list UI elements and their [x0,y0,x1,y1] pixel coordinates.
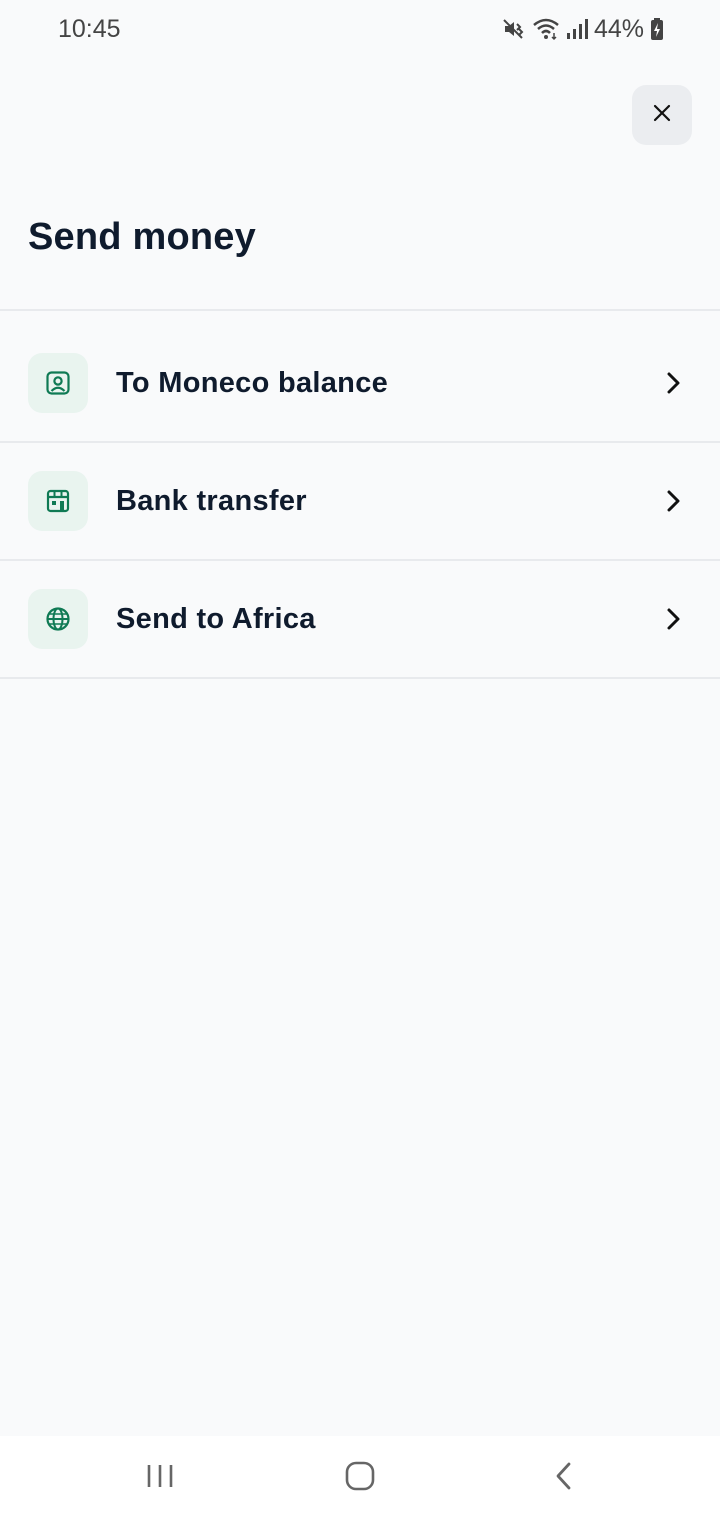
option-label: Send to Africa [116,602,316,635]
divider [0,309,720,311]
status-bar: 10:45 44% [0,0,720,58]
wallet-icon [28,353,88,413]
page-title: Send money [28,216,256,258]
close-button[interactable] [632,85,692,145]
option-send-to-africa[interactable]: Send to Africa [0,561,720,677]
bank-icon [28,471,88,531]
back-button[interactable] [524,1436,604,1520]
option-label: Bank transfer [116,484,307,517]
status-time: 10:45 [58,14,121,43]
back-icon [553,1461,575,1496]
navigation-bar [0,1436,720,1520]
chevron-right-icon [666,489,682,518]
wifi-icon [532,17,560,41]
battery-percent: 44% [593,14,644,43]
option-to-moneco-balance[interactable]: To Moneco balance [0,325,720,441]
battery-charging-icon [650,17,664,41]
chevron-right-icon [666,371,682,400]
option-label: To Moneco balance [116,366,389,399]
divider [0,677,720,679]
mute-icon [502,17,526,41]
recent-apps-icon [145,1462,175,1495]
option-bank-transfer[interactable]: Bank transfer [0,443,720,559]
signal-icon [566,18,588,40]
close-icon [653,104,671,127]
home-button[interactable] [320,1436,400,1520]
globe-icon [28,589,88,649]
status-icons: 44% [502,15,664,44]
chevron-right-icon [666,607,682,636]
home-icon [344,1460,376,1497]
recent-apps-button[interactable] [120,1436,200,1520]
